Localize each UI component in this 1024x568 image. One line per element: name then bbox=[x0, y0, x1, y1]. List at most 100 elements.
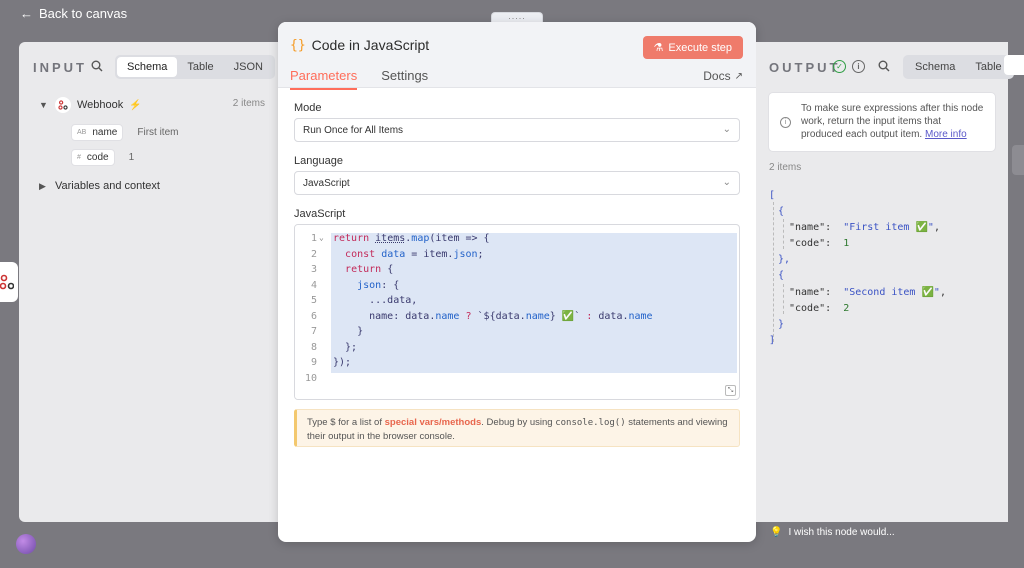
output-search-icon[interactable] bbox=[878, 60, 890, 75]
output-item-count: 2 items bbox=[769, 162, 802, 173]
line-number: 6 bbox=[310, 310, 317, 322]
execute-step-label: Execute step bbox=[668, 41, 732, 54]
fold-chevron-icon[interactable]: ⌄ bbox=[319, 233, 324, 242]
json-bracket: ] bbox=[769, 335, 776, 346]
field-value: First item bbox=[137, 127, 179, 138]
webhook-tree-row[interactable]: ▼ Webhook ⚡ bbox=[39, 97, 142, 113]
line-number: 7 bbox=[310, 326, 317, 337]
code-editor[interactable]: 1 ⌄ 2 3 4 5 6 7 8 9 10 return items.map(… bbox=[294, 224, 740, 400]
tab-settings[interactable]: Settings bbox=[381, 68, 428, 90]
feedback-link[interactable]: 💡 I wish this node would... bbox=[770, 527, 895, 538]
mode-label: Mode bbox=[294, 102, 322, 114]
back-to-canvas-label: Back to canvas bbox=[39, 6, 128, 21]
webhook-label: Webhook bbox=[77, 99, 124, 111]
variables-label: Variables and context bbox=[55, 180, 160, 192]
language-value: JavaScript bbox=[303, 178, 350, 189]
panel-edge-tab[interactable] bbox=[1004, 55, 1024, 75]
output-panel: OUTPUT ✓ i Schema Table i To make sure e… bbox=[756, 42, 1014, 522]
line-number: 10 bbox=[304, 372, 317, 384]
node-editor-modal: {} Code in JavaScript ⚗ Execute step Par… bbox=[278, 22, 756, 542]
line-number: 1 bbox=[310, 233, 317, 244]
line-number: 9 bbox=[310, 357, 317, 368]
execute-step-button[interactable]: ⚗ Execute step bbox=[642, 36, 743, 59]
chevron-down-icon[interactable]: ▼ bbox=[39, 100, 49, 110]
line-number: 5 bbox=[310, 295, 317, 306]
json-brace: } bbox=[778, 319, 785, 330]
code-hint-callout: Type $ for a list of special vars/method… bbox=[294, 409, 740, 447]
code-line: const data = item.json; bbox=[345, 248, 484, 260]
chevron-right-icon[interactable]: ▶ bbox=[39, 181, 49, 192]
field-value: 1 bbox=[128, 152, 135, 163]
arrow-left-icon: ← bbox=[20, 6, 33, 21]
language-select[interactable]: JavaScript ⌄ bbox=[294, 171, 740, 195]
chevron-down-icon: ⌄ bbox=[722, 124, 731, 135]
json-row: "code": 2 bbox=[789, 303, 850, 314]
field-pill[interactable]: # code bbox=[71, 149, 115, 166]
json-brace: { bbox=[778, 206, 785, 217]
webhook-icon bbox=[0, 274, 14, 290]
info-icon[interactable]: i bbox=[852, 60, 865, 73]
variables-tree-row[interactable]: ▶ Variables and context bbox=[39, 180, 160, 192]
string-type-icon: AB bbox=[77, 129, 87, 136]
special-vars-link[interactable]: special vars/methods bbox=[385, 417, 482, 428]
back-to-canvas-link[interactable]: ← Back to canvas bbox=[20, 6, 127, 21]
more-info-link[interactable]: More info bbox=[925, 129, 967, 140]
code-line: }); bbox=[333, 357, 352, 368]
line-number: 2 bbox=[310, 248, 317, 260]
webhook-icon bbox=[55, 97, 71, 113]
panel-edge-handle[interactable] bbox=[1012, 145, 1024, 175]
input-view-json[interactable]: JSON bbox=[224, 57, 273, 77]
resize-icon[interactable]: ⤡ bbox=[725, 385, 736, 396]
docs-label: Docs bbox=[703, 69, 731, 83]
json-row: "name": "First item ✅", bbox=[789, 222, 940, 233]
input-title: INPUT bbox=[33, 60, 87, 75]
json-row: "name": "Second item ✅", bbox=[789, 287, 946, 298]
schema-field-row: # code 1 bbox=[71, 149, 134, 166]
code-line: name: data.name ? `${data.name} ✅` : dat… bbox=[333, 310, 653, 322]
webhook-node-edge[interactable] bbox=[0, 262, 18, 302]
json-value: 2 bbox=[843, 303, 850, 314]
field-pill[interactable]: AB name bbox=[71, 124, 124, 141]
lightbulb-icon: 💡 bbox=[770, 527, 783, 538]
code-line: return items.map(item => { bbox=[333, 233, 490, 244]
modal-header: {} Code in JavaScript ⚗ Execute step Par… bbox=[278, 22, 756, 90]
docs-link[interactable]: Docs ↗ bbox=[703, 69, 743, 83]
check-circle-icon: ✓ bbox=[833, 60, 846, 73]
output-notice: i To make sure expressions after this no… bbox=[768, 92, 996, 152]
mode-select[interactable]: Run Once for All Items ⌄ bbox=[294, 118, 740, 142]
language-label: Language bbox=[294, 155, 343, 167]
code-line: json: { bbox=[357, 279, 400, 291]
code-line: return { bbox=[345, 264, 394, 275]
output-view-schema[interactable]: Schema bbox=[905, 57, 965, 77]
input-search-icon[interactable] bbox=[91, 60, 103, 75]
user-avatar[interactable] bbox=[16, 534, 36, 554]
json-guide bbox=[783, 284, 784, 314]
input-view-table[interactable]: Table bbox=[177, 57, 223, 77]
json-guide bbox=[773, 202, 774, 342]
field-name: name bbox=[92, 127, 118, 138]
json-value: First item ✅ bbox=[849, 222, 928, 233]
json-brace: { bbox=[778, 270, 785, 281]
info-icon: i bbox=[780, 117, 791, 128]
code-line: } bbox=[333, 326, 364, 337]
hint-text: Type $ for a list of bbox=[307, 417, 385, 428]
line-number: 4 bbox=[310, 279, 317, 291]
input-panel: INPUT Schema Table JSON ▼ Webhook ⚡ 2 it… bbox=[19, 42, 281, 522]
feedback-label: I wish this node would... bbox=[788, 527, 895, 538]
input-item-count: 2 items bbox=[232, 98, 265, 109]
hint-code: console.log() bbox=[555, 418, 626, 428]
external-link-icon: ↗ bbox=[734, 70, 743, 82]
code-line: }; bbox=[333, 341, 358, 353]
trigger-bolt-icon: ⚡ bbox=[129, 99, 142, 111]
tab-parameters[interactable]: Parameters bbox=[290, 68, 358, 90]
code-line: ...data, bbox=[333, 295, 418, 306]
json-brace: }, bbox=[778, 254, 791, 265]
node-title[interactable]: Code in JavaScript bbox=[312, 37, 430, 53]
field-name: code bbox=[86, 152, 109, 163]
json-bracket: [ bbox=[769, 190, 776, 201]
json-guide bbox=[783, 219, 784, 249]
json-value: 1 bbox=[843, 238, 850, 249]
hint-text: . Debug by using bbox=[481, 417, 556, 428]
json-row: "code": 1 bbox=[789, 238, 850, 249]
input-view-schema[interactable]: Schema bbox=[117, 57, 178, 77]
